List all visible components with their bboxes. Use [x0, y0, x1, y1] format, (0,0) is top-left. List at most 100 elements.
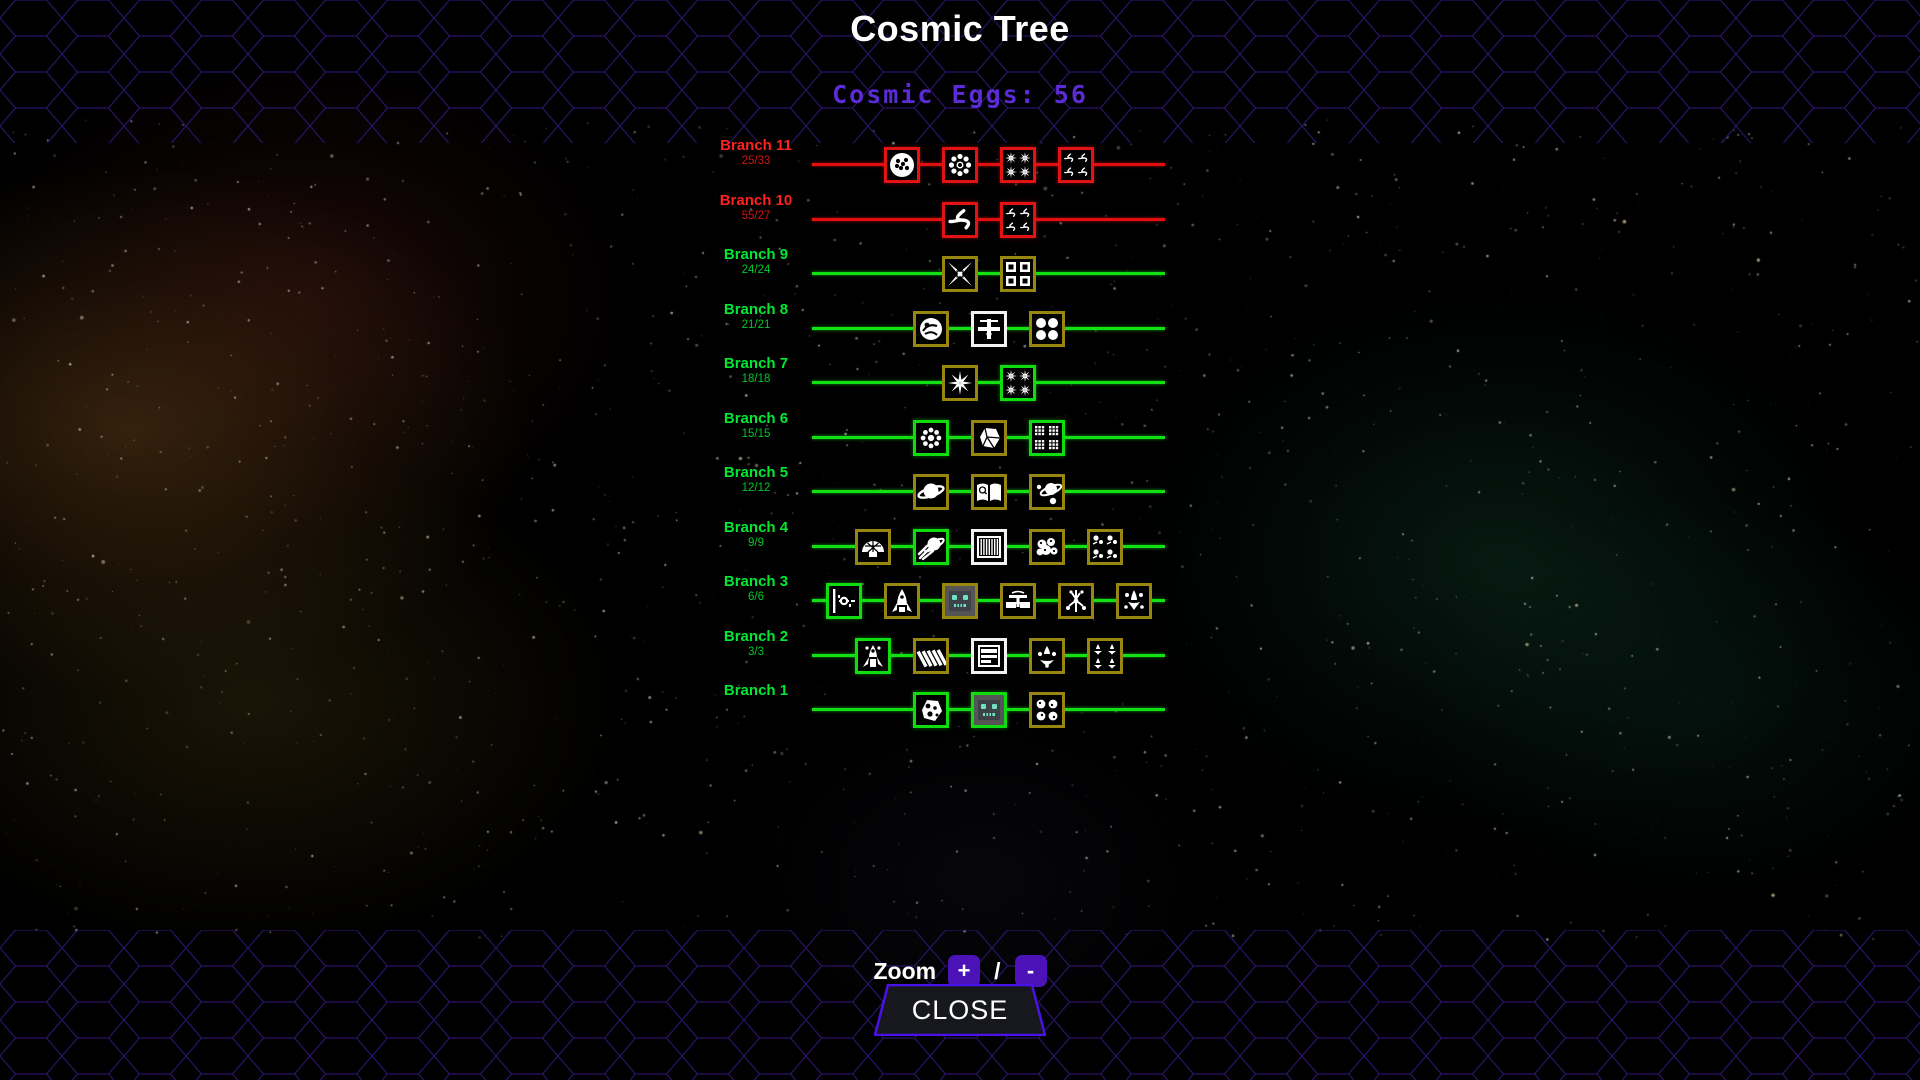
barcode-panel-icon	[974, 532, 1004, 562]
tree-node[interactable]	[854, 637, 891, 674]
tree-node[interactable]	[941, 147, 978, 183]
cosmic-tree-screen: Cosmic Tree Cosmic Eggs: 56 Branch 11 25/…	[0, 0, 1920, 1080]
tree-node[interactable]	[1028, 310, 1065, 347]
branch-progress-count: 9/9	[748, 536, 764, 549]
fleet-grid-icon	[1090, 641, 1120, 671]
tree-node[interactable]	[941, 365, 978, 401]
station-platform-icon	[974, 314, 1004, 344]
branch-progress-count: 3/3	[748, 645, 764, 658]
tree-node[interactable]	[970, 528, 1007, 565]
tree-node[interactable]	[999, 147, 1036, 183]
branch-name: Branch 8	[723, 300, 789, 318]
tree-node[interactable]	[912, 310, 949, 347]
tree-node[interactable]	[1028, 637, 1065, 674]
tree-node[interactable]	[912, 419, 949, 456]
open-book-icon	[974, 477, 1004, 507]
branch-node-list	[912, 302, 1065, 356]
branch-label[interactable]: Branch 3 6/6	[690, 574, 822, 604]
branch-name: Branch 9	[723, 246, 789, 263]
branch-label[interactable]: Branch 5 12/12	[690, 465, 822, 495]
tree-node[interactable]	[912, 474, 949, 510]
branch-node-list	[883, 138, 1094, 192]
four-moons-icon	[1032, 314, 1062, 344]
zoom-out-button[interactable]: -	[1014, 955, 1047, 987]
probe-array-icon	[1061, 586, 1091, 616]
close-button[interactable]: CLOSE	[874, 984, 1046, 1036]
tree-node[interactable]	[941, 583, 978, 619]
branch-label[interactable]: Branch 6 15/15	[690, 411, 822, 441]
tree-node[interactable]	[941, 201, 978, 238]
branch-node-list	[912, 465, 1065, 519]
branch-node-list	[854, 629, 1123, 683]
tree-node[interactable]	[970, 692, 1007, 728]
tree-node[interactable]	[1028, 692, 1065, 728]
tree-node[interactable]	[970, 419, 1007, 456]
branch-node-list	[941, 356, 1036, 410]
branch-row: Branch 2 3/3	[0, 629, 1920, 683]
tree-node[interactable]	[1086, 528, 1123, 565]
branch-progress-count: 15/15	[741, 427, 771, 440]
geodesic-dome-icon	[858, 532, 888, 562]
tree-node[interactable]	[1028, 419, 1065, 456]
branch-label[interactable]: Branch 10 55/27	[690, 193, 822, 223]
branch-name: Branch 5	[723, 464, 789, 481]
ringed-planet-icon	[916, 477, 946, 507]
branch-name: Branch 7	[723, 355, 789, 372]
branch-progress-count: 21/21	[741, 318, 771, 331]
branch-node-list	[941, 247, 1036, 301]
branch-name: Branch 2	[723, 627, 789, 645]
tree-node[interactable]	[970, 474, 1007, 510]
branch-row: Branch 8 21/21	[0, 302, 1920, 356]
satellite-dish-icon	[1003, 586, 1033, 616]
tree-node[interactable]	[1115, 583, 1152, 619]
tree-node[interactable]	[999, 365, 1036, 401]
swirl-planet-icon	[916, 314, 946, 344]
tree-node[interactable]	[912, 692, 949, 728]
tree-node[interactable]	[999, 583, 1036, 619]
tree-node[interactable]	[825, 583, 862, 619]
tree-node[interactable]	[883, 147, 920, 183]
branch-node-list	[941, 193, 1036, 247]
tree-node[interactable]	[970, 310, 1007, 347]
tree-node[interactable]	[1057, 147, 1094, 183]
branch-label[interactable]: Branch 9 24/24	[690, 247, 822, 277]
branch-label[interactable]: Branch 8 21/21	[690, 302, 822, 332]
branch-label[interactable]: Branch 11 25/33	[690, 138, 822, 168]
quad-spiral-icon	[1061, 150, 1091, 180]
asteroid-cluster-icon	[1032, 532, 1062, 562]
tree-node[interactable]	[1057, 583, 1094, 619]
tree-node[interactable]	[999, 201, 1036, 238]
branch-row: Branch 3 6/6	[0, 574, 1920, 628]
rock-fragment-icon	[974, 423, 1004, 453]
tree-node[interactable]	[1028, 474, 1065, 510]
launch-rail-icon	[829, 586, 859, 616]
tree-node[interactable]	[912, 528, 949, 565]
branch-label[interactable]: Branch 2 3/3	[690, 629, 822, 659]
branch-tree: Branch 11 25/33 Branch 10 55/27 Branch 9 24/2…	[0, 130, 1920, 920]
tree-node[interactable]	[912, 637, 949, 674]
quad-spiral-small-icon	[1003, 205, 1033, 235]
branch-row: Branch 11 25/33	[0, 138, 1920, 192]
tree-node[interactable]	[1086, 637, 1123, 674]
tree-node[interactable]	[1028, 528, 1065, 565]
zoom-in-button[interactable]: +	[948, 955, 981, 987]
tree-node[interactable]	[883, 583, 920, 619]
branch-name: Branch 1	[723, 682, 789, 699]
asteroid-icon	[916, 695, 946, 725]
flower-burst-icon	[916, 423, 946, 453]
branch-label[interactable]: Branch 7 18/18	[690, 356, 822, 386]
zoom-controls: Zoom + / -	[0, 955, 1920, 987]
branch-row: Branch 10 55/27	[0, 193, 1920, 247]
satellite-trio-icon	[1032, 641, 1062, 671]
branch-node-list	[912, 411, 1065, 465]
server-rack-icon	[974, 641, 1004, 671]
moon-cluster-icon	[1032, 695, 1062, 725]
tree-node[interactable]	[970, 637, 1007, 674]
tree-node[interactable]	[999, 256, 1036, 292]
branch-label[interactable]: Branch 1	[690, 683, 822, 701]
tree-node[interactable]	[854, 528, 891, 565]
branch-node-list	[912, 683, 1065, 737]
eight-point-star-icon	[945, 368, 975, 398]
tree-node[interactable]	[941, 256, 978, 292]
branch-label[interactable]: Branch 4 9/9	[690, 520, 822, 550]
